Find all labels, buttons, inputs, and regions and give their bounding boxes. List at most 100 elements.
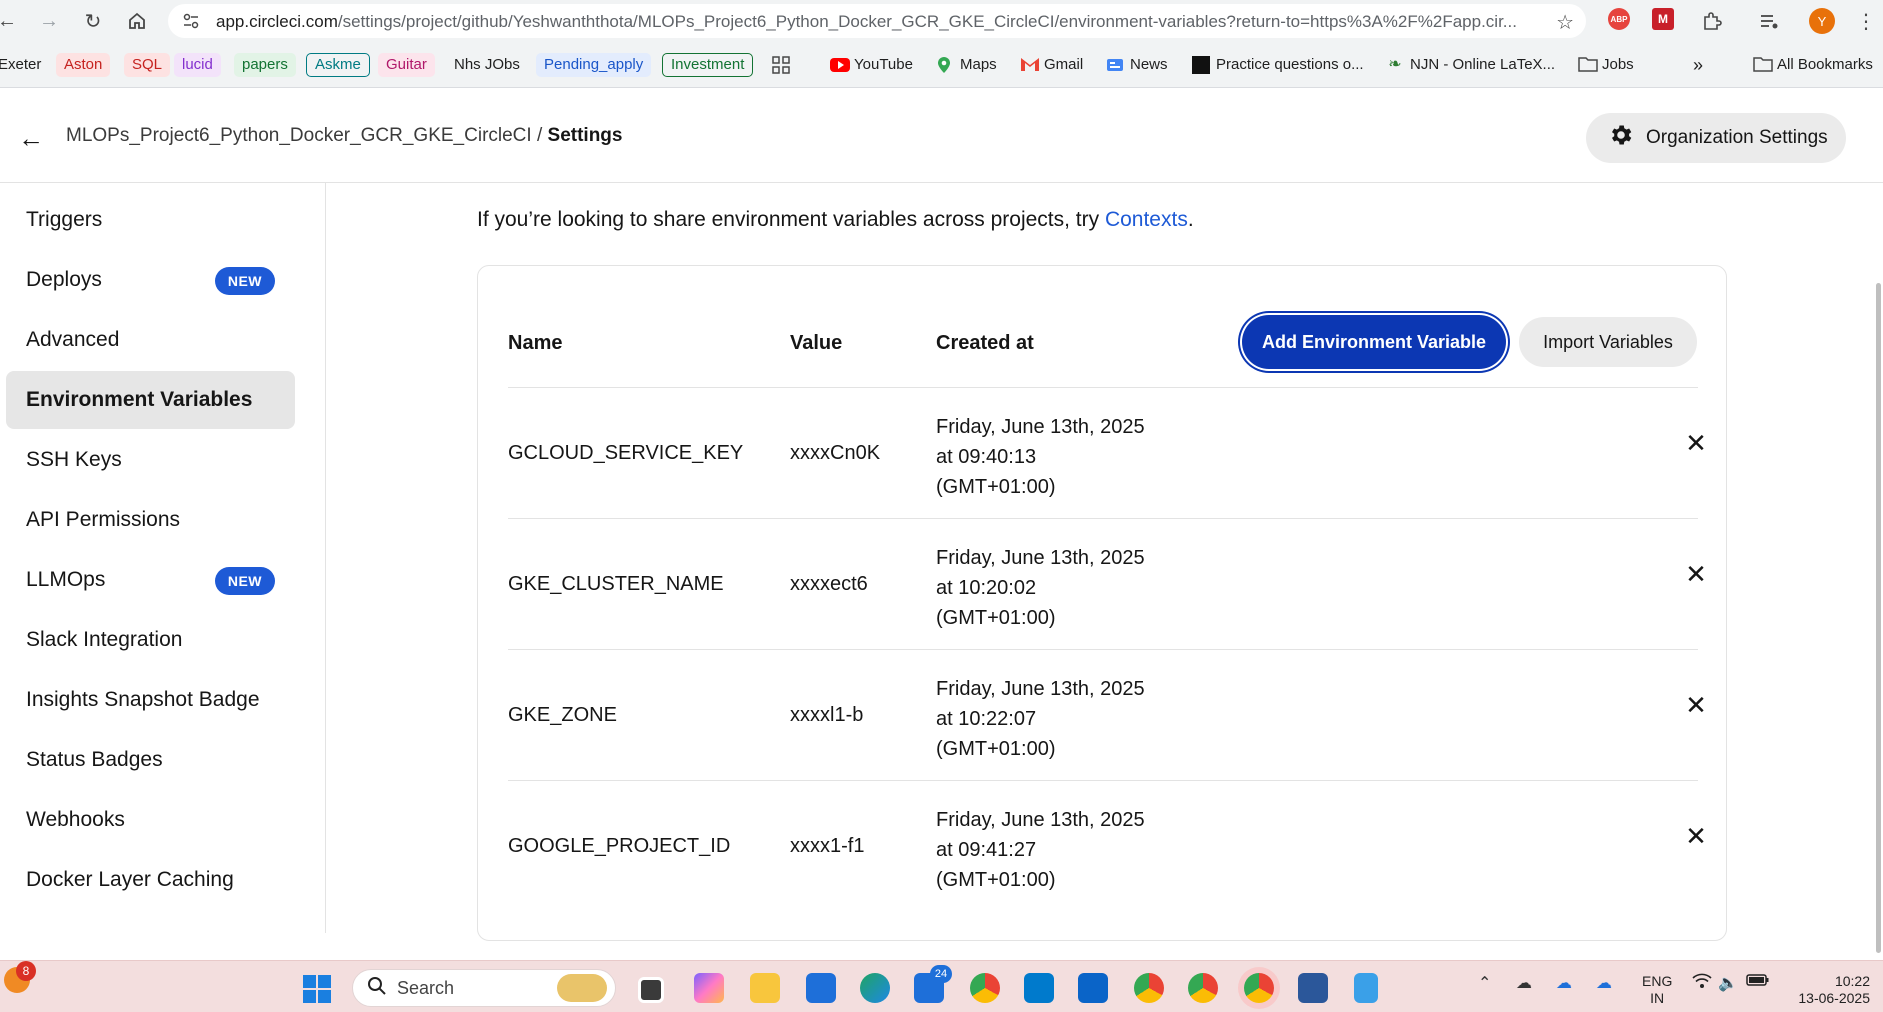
bookmark-gmail[interactable]: Gmail bbox=[1020, 53, 1083, 77]
add-environment-variable-button[interactable]: Add Environment Variable bbox=[1242, 315, 1506, 369]
bookmark-aston[interactable]: Aston bbox=[56, 53, 111, 77]
task-view-icon[interactable] bbox=[638, 977, 664, 1003]
bookmark-nhs-jobs[interactable]: Nhs JObs bbox=[446, 53, 528, 77]
system-clock[interactable]: 10:22 13-06-2025 bbox=[1790, 973, 1870, 1007]
folder-icon bbox=[1753, 56, 1773, 74]
bookmark-papers[interactable]: papers bbox=[234, 53, 296, 77]
sidebar-item-api-permissions[interactable]: API Permissions bbox=[6, 491, 295, 549]
bookmark-askme[interactable]: Askme bbox=[306, 53, 370, 77]
sidebar-item-llmops[interactable]: LLMOps NEW bbox=[6, 551, 295, 609]
organization-settings-button[interactable]: Organization Settings bbox=[1586, 113, 1846, 163]
mendeley-extension-icon[interactable]: M bbox=[1652, 8, 1674, 30]
outlook-icon[interactable] bbox=[1078, 973, 1108, 1003]
import-variables-button[interactable]: Import Variables bbox=[1519, 317, 1697, 367]
browser-toolbar: ← → ↻ app.circleci.com/settings/project/… bbox=[0, 0, 1883, 42]
breadcrumb-separator: / bbox=[536, 125, 543, 146]
bookmark-youtube[interactable]: YouTube bbox=[830, 53, 913, 77]
reload-icon[interactable]: ↻ bbox=[80, 8, 106, 34]
sidebar-item-deploys[interactable]: Deploys NEW bbox=[6, 251, 295, 309]
chevron-up-icon[interactable]: ⌃ bbox=[1478, 973, 1491, 993]
battery-icon[interactable] bbox=[1746, 973, 1770, 992]
bookmarks-bar: Exeter Aston SQL lucid papers Askme Guit… bbox=[0, 42, 1883, 88]
windows-start-icon[interactable] bbox=[302, 974, 332, 1004]
env-var-name: GKE_CLUSTER_NAME bbox=[508, 573, 724, 595]
all-bookmarks-folder[interactable]: All Bookmarks bbox=[1753, 53, 1873, 77]
vscode-icon[interactable] bbox=[1024, 973, 1054, 1003]
bookmark-njn-latex[interactable]: ❧ NJN - Online LaTeX... bbox=[1386, 53, 1555, 77]
bookmark-news[interactable]: News bbox=[1106, 53, 1168, 77]
table-row: GCLOUD_SERVICE_KEY xxxxCn0K Friday, June… bbox=[508, 387, 1707, 518]
forward-icon[interactable]: → bbox=[36, 8, 62, 34]
notification-widget-icon[interactable]: 8 bbox=[4, 961, 36, 993]
breadcrumb: MLOPs_Project6_Python_Docker_GCR_GKE_Cir… bbox=[66, 125, 622, 147]
apps-grid-icon[interactable] bbox=[772, 53, 790, 77]
back-icon[interactable]: ← bbox=[0, 8, 20, 34]
language-indicator[interactable]: ENG IN bbox=[1642, 973, 1672, 1007]
chrome-profile-icon[interactable] bbox=[1134, 973, 1164, 1003]
env-var-value: xxxxect6 bbox=[790, 573, 868, 595]
bookmark-pending-apply[interactable]: Pending_apply bbox=[536, 53, 652, 77]
extensions-puzzle-icon[interactable] bbox=[1699, 8, 1725, 34]
site-settings-icon[interactable] bbox=[182, 12, 200, 30]
page-scrollbar[interactable] bbox=[1876, 283, 1881, 953]
news-icon bbox=[1106, 56, 1124, 74]
bookmark-jobs-folder[interactable]: Jobs bbox=[1578, 53, 1634, 77]
bookmark-sql[interactable]: SQL bbox=[124, 53, 171, 77]
bookmark-star-icon[interactable]: ☆ bbox=[1556, 10, 1574, 35]
more-bookmarks-icon[interactable]: » bbox=[1693, 53, 1703, 77]
delete-icon[interactable]: ✕ bbox=[1683, 821, 1709, 852]
delete-icon[interactable]: ✕ bbox=[1683, 428, 1709, 459]
mail-icon[interactable]: 24 bbox=[914, 965, 952, 1003]
reading-list-icon[interactable] bbox=[1756, 8, 1782, 34]
volume-icon[interactable]: 🔈 bbox=[1718, 973, 1738, 993]
sidebar-item-webhooks[interactable]: Webhooks bbox=[6, 791, 295, 849]
chrome-profile-icon[interactable] bbox=[1188, 973, 1218, 1003]
sidebar-item-advanced[interactable]: Advanced bbox=[6, 311, 295, 369]
sidebar-item-ssh-keys[interactable]: SSH Keys bbox=[6, 431, 295, 489]
notepad-icon[interactable] bbox=[1354, 973, 1378, 1003]
chrome-icon[interactable] bbox=[970, 973, 1000, 1003]
new-badge: NEW bbox=[214, 267, 275, 295]
home-icon[interactable] bbox=[124, 8, 150, 34]
profile-avatar[interactable]: Y bbox=[1809, 8, 1835, 34]
onedrive-business-icon[interactable]: ☁ bbox=[1556, 973, 1572, 993]
copilot-icon[interactable] bbox=[694, 973, 724, 1003]
contexts-link[interactable]: Contexts bbox=[1105, 208, 1188, 231]
sidebar-item-environment-variables[interactable]: Environment Variables bbox=[6, 371, 295, 429]
sidebar-item-triggers[interactable]: Triggers bbox=[6, 191, 295, 249]
app-header: ← MLOPs_Project6_Python_Docker_GCR_GKE_C… bbox=[0, 89, 1883, 183]
chrome-active-icon[interactable] bbox=[1244, 973, 1274, 1003]
breadcrumb-current: Settings bbox=[547, 125, 623, 146]
sidebar-item-slack-integration[interactable]: Slack Integration bbox=[6, 611, 295, 669]
wifi-icon[interactable] bbox=[1692, 973, 1712, 994]
store-icon[interactable] bbox=[806, 973, 836, 1003]
bookmark-lucid[interactable]: lucid bbox=[174, 53, 221, 77]
table-row: GKE_CLUSTER_NAME xxxxect6 Friday, June 1… bbox=[508, 518, 1707, 649]
leaf-icon: ❧ bbox=[1388, 56, 1402, 73]
onedrive-sync-icon[interactable]: ☁ bbox=[1596, 973, 1612, 993]
bookmark-exeter[interactable]: Exeter bbox=[0, 53, 41, 77]
bookmark-practice-questions[interactable]: Practice questions o... bbox=[1192, 53, 1364, 77]
sidebar-item-docker-layer-caching[interactable]: Docker Layer Caching bbox=[6, 851, 295, 909]
address-bar[interactable]: app.circleci.com/settings/project/github… bbox=[168, 4, 1586, 38]
delete-icon[interactable]: ✕ bbox=[1683, 690, 1709, 721]
new-badge: NEW bbox=[214, 567, 275, 595]
onedrive-icon[interactable]: ☁ bbox=[1516, 973, 1532, 993]
file-explorer-icon[interactable] bbox=[750, 973, 780, 1003]
chrome-menu-icon[interactable]: ⋮ bbox=[1853, 8, 1879, 34]
back-arrow-icon[interactable]: ← bbox=[18, 123, 44, 154]
env-var-created-at: Friday, June 13th, 2025 at 09:41:27 (GMT+0… bbox=[936, 809, 1145, 891]
taskbar-search-box[interactable]: Search bbox=[352, 969, 616, 1007]
edge-icon[interactable] bbox=[860, 973, 890, 1003]
delete-icon[interactable]: ✕ bbox=[1683, 559, 1709, 590]
bookmark-guitar[interactable]: Guitar bbox=[378, 53, 435, 77]
sidebar-item-status-badges[interactable]: Status Badges bbox=[6, 731, 295, 789]
contexts-info-text: If you’re looking to share environment v… bbox=[477, 208, 1194, 231]
word-icon[interactable] bbox=[1298, 973, 1328, 1003]
adblock-extension-icon[interactable]: ABP bbox=[1608, 8, 1630, 30]
bookmark-maps[interactable]: Maps bbox=[936, 53, 997, 77]
bookmark-investment[interactable]: Investment bbox=[662, 53, 754, 77]
breadcrumb-project[interactable]: MLOPs_Project6_Python_Docker_GCR_GKE_Cir… bbox=[66, 125, 532, 146]
gmail-icon bbox=[1020, 56, 1039, 74]
sidebar-item-insights-snapshot-badge[interactable]: Insights Snapshot Badge bbox=[6, 671, 295, 729]
